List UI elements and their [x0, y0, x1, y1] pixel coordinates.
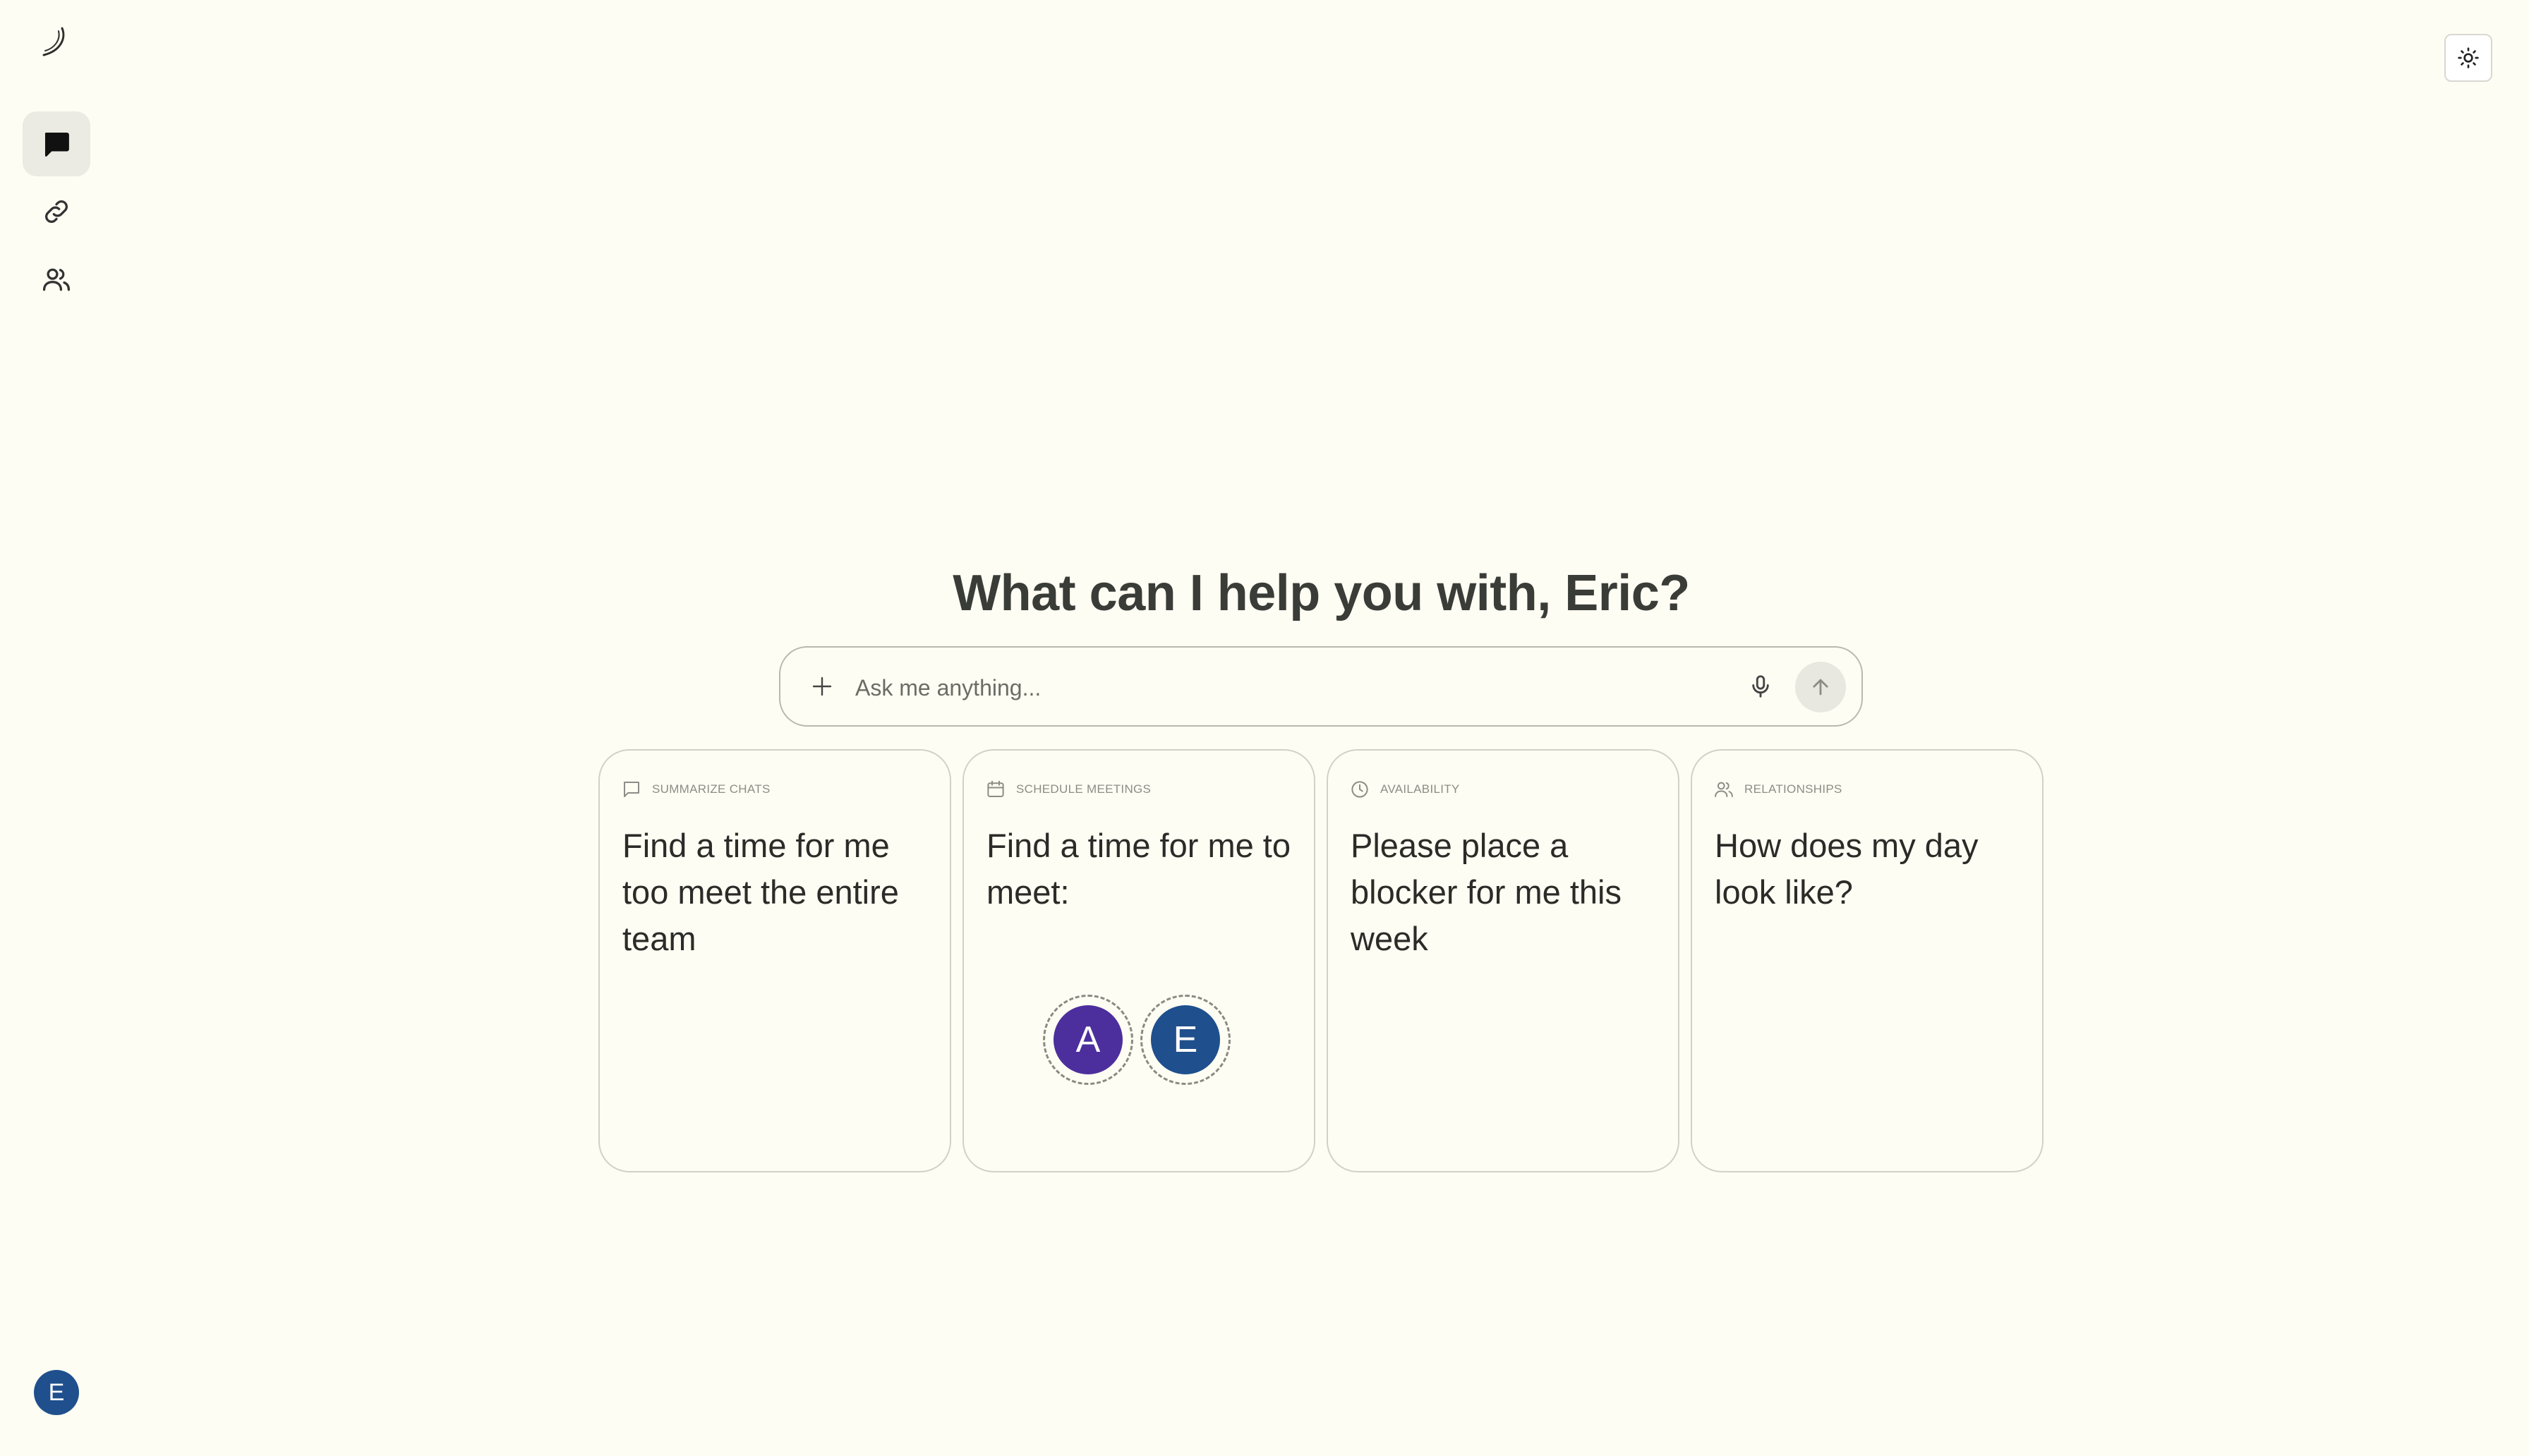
- calendar-icon: [987, 780, 1004, 797]
- card-category: SUMMARIZE CHATS: [621, 779, 771, 800]
- suggestion-card[interactable]: SUMMARIZE CHATS Find a time for me too m…: [598, 749, 951, 1172]
- card-title: Please place a blocker for me this week: [1351, 827, 1622, 957]
- sun-icon: [2458, 47, 2479, 68]
- participant-avatar-initial: A: [1054, 1005, 1123, 1074]
- user-avatar[interactable]: E: [34, 1370, 79, 1415]
- suggestion-card[interactable]: AVAILABILITY Please place a blocker for …: [1327, 749, 1679, 1172]
- chat-icon: [44, 132, 69, 157]
- sidebar-item-chat[interactable]: [23, 111, 90, 176]
- sidebar-item-links[interactable]: [23, 179, 90, 244]
- card-title: Find a time for me to meet:: [986, 827, 1291, 911]
- arrow-up-icon: [1813, 679, 1828, 696]
- card-category-label: SCHEDULE MEETINGS: [1016, 782, 1152, 796]
- card-title: Find a time for me too meet the entire t…: [622, 827, 899, 957]
- search-input[interactable]: [854, 666, 1703, 710]
- card-category-label: RELATIONSHIPS: [1744, 782, 1842, 796]
- card-category-label: SUMMARIZE CHATS: [652, 782, 771, 796]
- link-icon: [45, 200, 68, 223]
- suggestion-card[interactable]: SCHEDULE MEETINGS Find a time for me to …: [962, 749, 1315, 1172]
- voice-input-button[interactable]: [1743, 669, 1778, 704]
- users-icon: [1715, 782, 1733, 797]
- user-avatar-initial: E: [48, 1378, 65, 1406]
- card-category-label: AVAILABILITY: [1380, 782, 1460, 796]
- card-title: How does my day look like?: [1715, 827, 1979, 911]
- participant-avatar[interactable]: E: [1140, 995, 1231, 1085]
- users-icon: [42, 268, 71, 291]
- attach-button[interactable]: [804, 669, 840, 704]
- app-root: E What can I help you with, Eric? Ask me…: [0, 0, 2529, 1456]
- theme-toggle-button[interactable]: [2444, 34, 2492, 82]
- send-button[interactable]: [1795, 662, 1846, 712]
- chat-icon: [624, 782, 639, 797]
- participant-avatar-initial: E: [1151, 1005, 1220, 1074]
- clock-icon: [1351, 781, 1368, 798]
- participant-avatar[interactable]: A: [1043, 995, 1133, 1085]
- card-category: SCHEDULE MEETINGS: [985, 779, 1151, 800]
- card-category: AVAILABILITY: [1349, 779, 1460, 800]
- plus-icon: [812, 677, 832, 696]
- microphone-icon: [1752, 675, 1769, 698]
- search-bar: [779, 646, 1863, 727]
- page-title: What can I help you with, Eric?: [953, 565, 1690, 621]
- participant-avatars: A E: [1043, 995, 1231, 1085]
- sidebar-item-people[interactable]: [23, 247, 90, 312]
- card-category: RELATIONSHIPS: [1713, 779, 1842, 800]
- suggestion-card[interactable]: RELATIONSHIPS How does my day look like?: [1691, 749, 2044, 1172]
- logo-icon[interactable]: [35, 24, 72, 61]
